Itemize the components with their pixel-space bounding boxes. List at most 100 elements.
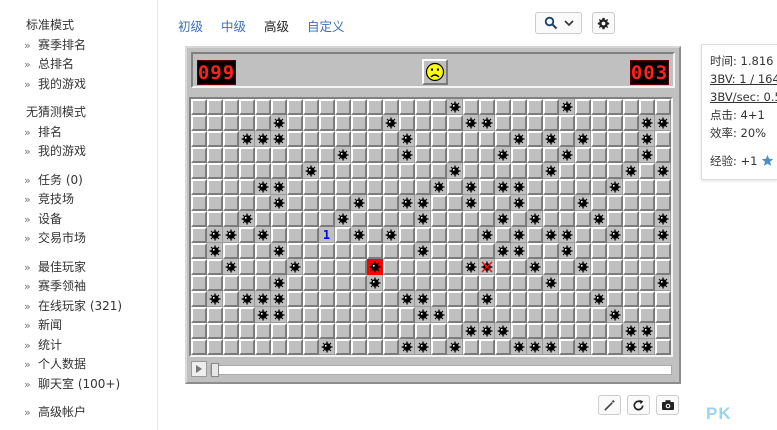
mine-cell[interactable] (655, 115, 671, 131)
board-cell[interactable] (335, 243, 351, 259)
mine-cell[interactable] (511, 243, 527, 259)
mine-cell[interactable] (575, 259, 591, 275)
board-cell[interactable] (607, 211, 623, 227)
board-cell[interactable] (415, 259, 431, 275)
board-cell[interactable] (207, 115, 223, 131)
board-cell[interactable] (479, 275, 495, 291)
board-cell[interactable] (383, 307, 399, 323)
sidebar-item[interactable]: » 在线玩家 (321) (0, 297, 157, 317)
face-reset-button[interactable] (422, 59, 448, 85)
board-cell[interactable] (607, 291, 623, 307)
board-cell[interactable] (527, 147, 543, 163)
board-cell[interactable] (431, 275, 447, 291)
mine-cell[interactable] (271, 179, 287, 195)
mine-cell[interactable] (399, 195, 415, 211)
board-cell[interactable] (367, 99, 383, 115)
board-cell[interactable] (303, 243, 319, 259)
board-cell[interactable] (463, 211, 479, 227)
mine-cell[interactable] (303, 163, 319, 179)
board-cell[interactable] (223, 275, 239, 291)
board-cell[interactable] (431, 259, 447, 275)
board-cell[interactable] (399, 227, 415, 243)
board-cell[interactable] (303, 179, 319, 195)
restart-button[interactable] (627, 395, 650, 415)
board-cell[interactable] (479, 211, 495, 227)
board-cell[interactable] (191, 99, 207, 115)
board-cell[interactable] (191, 115, 207, 131)
board-cell[interactable] (607, 131, 623, 147)
board-cell[interactable] (319, 307, 335, 323)
board-cell[interactable] (191, 179, 207, 195)
board-cell[interactable] (655, 195, 671, 211)
board-cell[interactable] (335, 275, 351, 291)
mine-cell[interactable] (623, 323, 639, 339)
mine-cell[interactable] (479, 291, 495, 307)
board-cell[interactable] (639, 227, 655, 243)
mine-cell[interactable] (463, 179, 479, 195)
board-cell[interactable] (623, 275, 639, 291)
board-cell[interactable] (287, 243, 303, 259)
board-cell[interactable] (271, 323, 287, 339)
sidebar-item[interactable]: » 任务 (0) (0, 171, 157, 191)
board-cell[interactable] (431, 99, 447, 115)
board-cell[interactable] (527, 243, 543, 259)
mine-cell[interactable] (319, 339, 335, 355)
board-cell[interactable] (479, 243, 495, 259)
board-cell[interactable] (383, 275, 399, 291)
board-cell[interactable] (319, 275, 335, 291)
board-cell[interactable] (495, 115, 511, 131)
mine-cell[interactable] (447, 99, 463, 115)
board-cell[interactable] (303, 131, 319, 147)
mine-cell[interactable] (639, 339, 655, 355)
sidebar-item[interactable]: » 总排名 (0, 55, 157, 75)
board-cell[interactable] (495, 195, 511, 211)
board-cell[interactable] (255, 211, 271, 227)
board-cell[interactable] (335, 291, 351, 307)
board-cell[interactable] (415, 115, 431, 131)
board-cell[interactable] (287, 227, 303, 243)
board-cell[interactable] (399, 323, 415, 339)
board-cell[interactable] (527, 323, 543, 339)
board-cell[interactable] (527, 275, 543, 291)
board-cell[interactable] (255, 115, 271, 131)
board-cell[interactable] (399, 243, 415, 259)
board-cell[interactable] (191, 307, 207, 323)
board-cell[interactable] (527, 99, 543, 115)
mine-cell[interactable] (255, 307, 271, 323)
mine-cell[interactable] (351, 195, 367, 211)
board-cell[interactable] (655, 99, 671, 115)
board-cell[interactable] (559, 307, 575, 323)
board-cell[interactable] (623, 307, 639, 323)
mine-cell[interactable] (591, 211, 607, 227)
board-cell[interactable] (527, 115, 543, 131)
mine-cell[interactable] (655, 163, 671, 179)
board-cell[interactable] (623, 243, 639, 259)
board-cell[interactable] (575, 323, 591, 339)
board-cell[interactable] (511, 163, 527, 179)
board-cell[interactable] (495, 259, 511, 275)
board-cell[interactable] (271, 163, 287, 179)
board-cell[interactable] (655, 131, 671, 147)
mine-cell[interactable] (239, 291, 255, 307)
mine-cell[interactable] (639, 323, 655, 339)
board-cell[interactable] (351, 115, 367, 131)
board-cell[interactable] (559, 323, 575, 339)
board-cell[interactable] (335, 259, 351, 275)
board-cell[interactable] (527, 307, 543, 323)
board-cell[interactable] (495, 227, 511, 243)
board-cell[interactable] (639, 163, 655, 179)
mine-cell[interactable] (255, 131, 271, 147)
board-cell[interactable] (287, 115, 303, 131)
board-cell[interactable] (223, 163, 239, 179)
mine-cell[interactable] (255, 227, 271, 243)
board-cell[interactable] (527, 179, 543, 195)
mine-cell[interactable] (239, 211, 255, 227)
board-cell[interactable] (223, 243, 239, 259)
board-cell[interactable] (431, 211, 447, 227)
mine-cell[interactable] (527, 339, 543, 355)
board-cell[interactable] (447, 275, 463, 291)
board-cell[interactable] (239, 323, 255, 339)
mine-cell[interactable] (415, 243, 431, 259)
board-cell[interactable] (479, 179, 495, 195)
mine-cell[interactable] (447, 339, 463, 355)
